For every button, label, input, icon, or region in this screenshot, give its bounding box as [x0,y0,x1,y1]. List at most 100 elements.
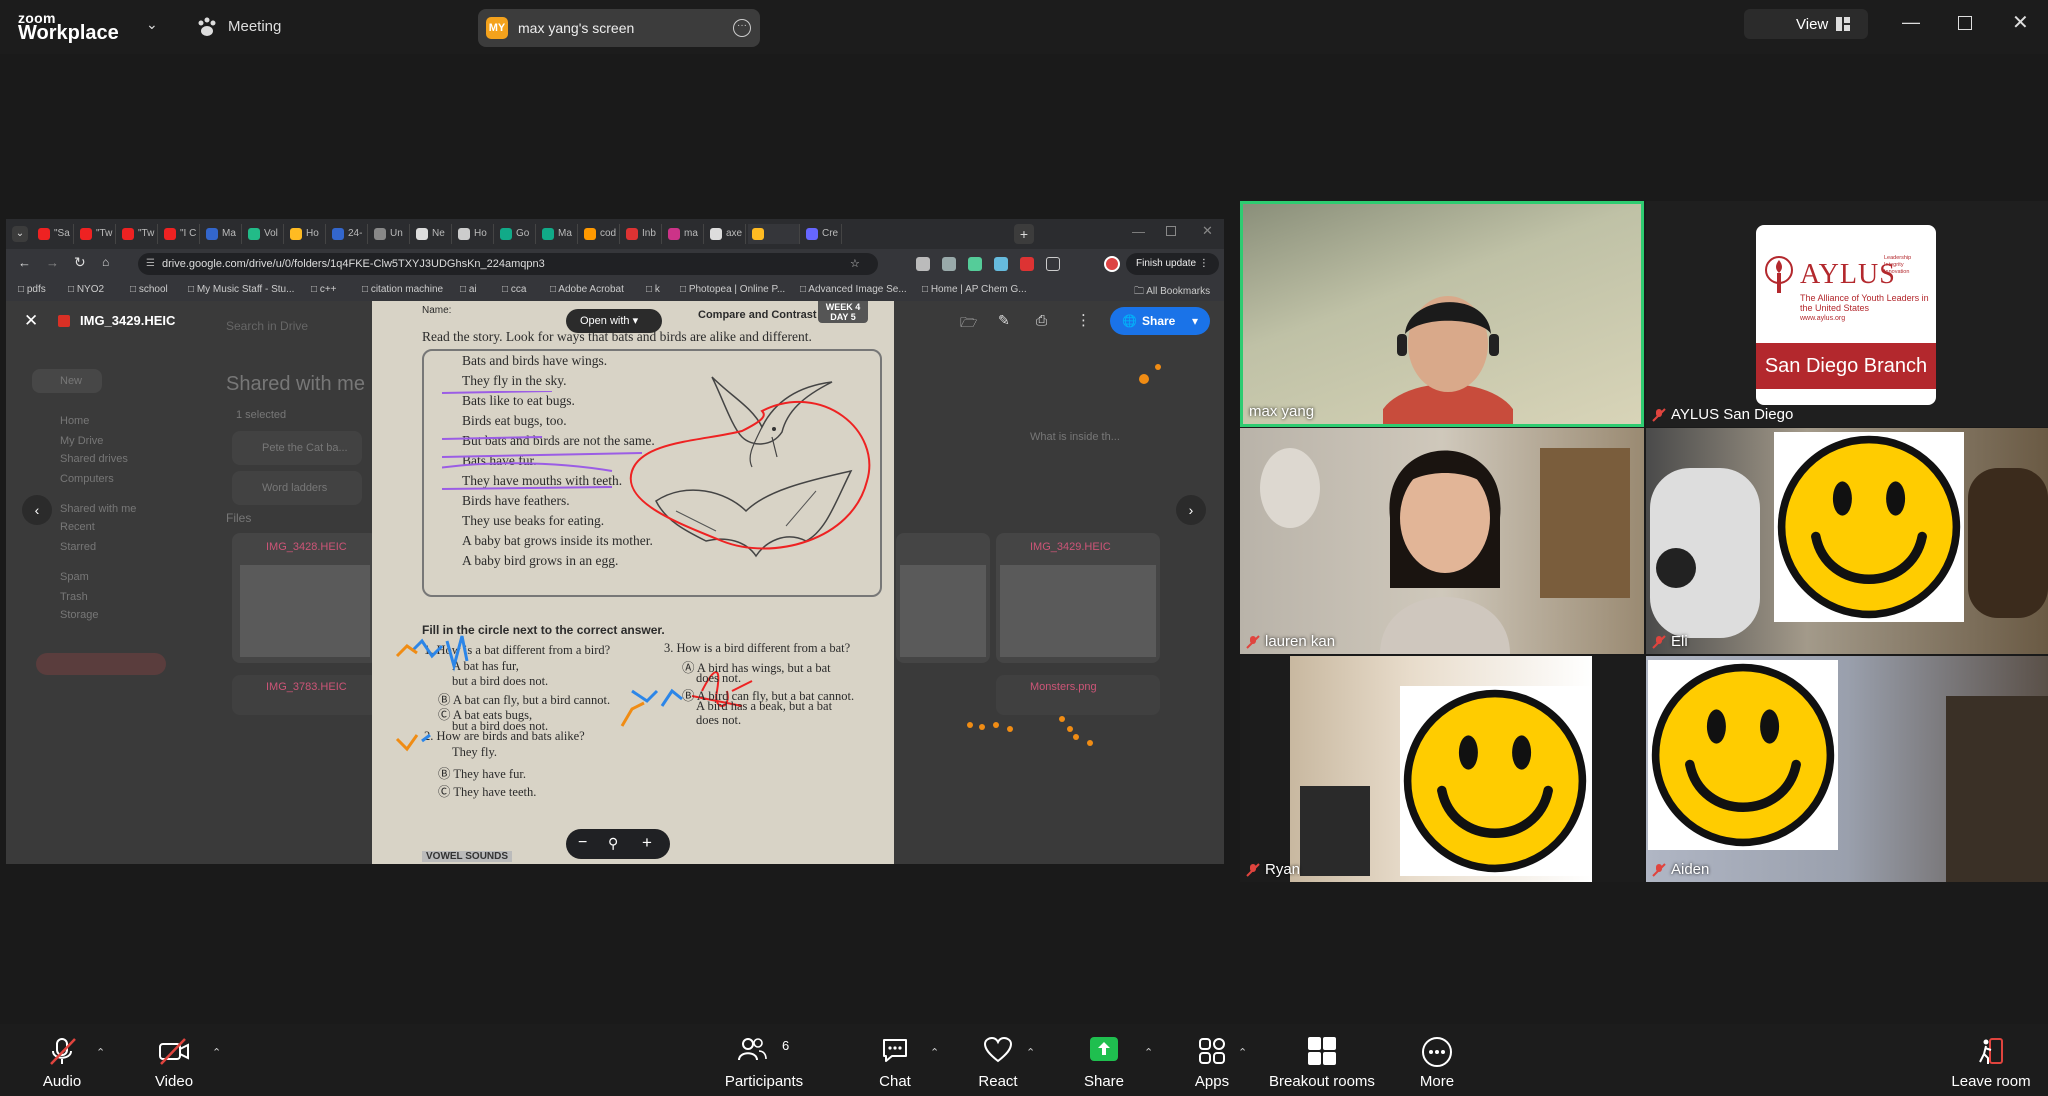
browser-tab[interactable]: 24- [328,224,368,244]
browser-tab[interactable]: Ma [202,224,242,244]
view-button[interactable]: View [1744,9,1868,39]
shared-screen-indicator[interactable]: MY max yang's screen ··· [478,9,760,47]
site-info-icon[interactable]: ☰ [146,253,155,275]
video-options-caret-icon[interactable]: ⌃ [212,1046,221,1059]
breakout-rooms-button[interactable]: Breakout rooms [1262,1024,1382,1096]
video-button[interactable]: Video [134,1024,214,1096]
meeting-paw-icon[interactable] [196,17,218,42]
bookmark-item[interactable]: □ school [130,284,168,295]
back-icon[interactable]: ← [18,255,31,270]
more-actions-icon[interactable]: ⋮ [1076,311,1091,329]
bookmark-item[interactable]: □ pdfs [18,284,46,295]
audio-options-caret-icon[interactable]: ⌃ [96,1046,105,1059]
browser-tab[interactable]: Vol [244,224,284,244]
apps-options-caret-icon[interactable]: ⌃ [1238,1046,1247,1059]
smiley-avatar [1400,686,1590,876]
profile-avatar[interactable] [1104,256,1120,272]
drive-share-button[interactable]: 🌐 Share ▾ [1110,307,1210,335]
finish-update-button[interactable]: Finish update ⋮ [1126,253,1219,275]
audio-button[interactable]: Audio [22,1024,102,1096]
extension-icon[interactable] [968,257,982,271]
more-button[interactable]: More [1410,1024,1464,1096]
bookmark-item[interactable]: □ NYO2 [68,284,104,295]
browser-tab[interactable] [748,224,800,244]
reload-icon[interactable]: ↻ [74,254,86,271]
video-tile-max-yang[interactable]: max yang [1240,201,1644,427]
apps-button[interactable]: Apps [1188,1024,1236,1096]
participant-name-row: lauren kan [1246,633,1335,650]
tab-favicon-icon [542,228,554,240]
browser-tab[interactable]: "Sa [34,224,74,244]
browser-tab[interactable]: cod [580,224,620,244]
browser-tab[interactable]: Ne [412,224,452,244]
all-bookmarks[interactable]: 🗀 All Bookmarks [1134,284,1210,301]
extension-icon[interactable] [1020,257,1034,271]
chat-button[interactable]: Chat [868,1024,922,1096]
bookmark-item[interactable]: □ My Music Staff - Stu... [188,284,294,295]
minimize-icon[interactable]: — [1902,12,1920,33]
restore-icon[interactable] [1958,16,1972,30]
bookmark-star-icon[interactable]: ☆ [850,253,860,275]
add-comment-icon[interactable]: ✎ [998,312,1010,329]
url-bar[interactable]: ☰ drive.google.com/drive/u/0/folders/1q4… [138,253,878,275]
tab-title: Ma [222,228,236,239]
new-tab-icon[interactable]: + [1014,224,1034,244]
video-tile-eli[interactable]: Eli [1646,428,2048,654]
bookmark-item[interactable]: □ Adobe Acrobat [550,284,624,295]
browser-tab[interactable]: "Tw [76,224,116,244]
browser-tab[interactable]: axe [706,224,746,244]
browser-tab[interactable]: Ho [454,224,494,244]
next-image-icon[interactable]: › [1176,495,1206,525]
close-viewer-icon[interactable]: ✕ [24,311,38,331]
magnifier-icon[interactable]: ⚲ [608,835,618,852]
browser-tab[interactable]: Ma [538,224,578,244]
home-icon[interactable]: ⌂ [102,255,109,269]
react-button[interactable]: React [970,1024,1026,1096]
video-tile-ryan[interactable]: Ryan [1240,656,1644,882]
video-tile-lauren-kan[interactable]: lauren kan [1240,428,1644,654]
extension-icon[interactable] [994,257,1008,271]
bookmark-item[interactable]: □ Advanced Image Se... [800,284,907,295]
share-options-caret-icon[interactable]: ⌃ [1144,1046,1153,1059]
react-options-caret-icon[interactable]: ⌃ [1026,1046,1035,1059]
video-tile-aiden[interactable]: Aiden [1646,656,2048,882]
browser-tab[interactable]: "Tw [118,224,158,244]
bookmark-item[interactable]: □ ai [460,284,477,295]
extensions-puzzle-icon[interactable] [1046,257,1060,271]
forward-icon[interactable]: → [46,255,59,270]
bookmark-item[interactable]: □ citation machine [362,284,443,295]
tab-favicon-icon [710,228,722,240]
browser-tab[interactable]: Cre [802,224,842,244]
video-tile-aylus[interactable]: AYLUS Leadership Integrity Innovation Th… [1646,201,2048,427]
participant-video-feed [1383,296,1513,424]
browser-tab[interactable]: Un [370,224,410,244]
add-to-folder-icon[interactable]: 🗁 [960,312,977,336]
bookmark-item[interactable]: □ Home | AP Chem G... [922,284,1027,295]
leave-room-button[interactable]: Leave room [1944,1024,2038,1096]
zoom-in-icon[interactable]: + [642,833,652,853]
open-with-button[interactable]: Open with ▾ [566,309,662,333]
browser-tab[interactable]: ma [664,224,704,244]
close-icon[interactable]: ✕ [2012,10,2029,35]
browser-tab[interactable]: "I C [160,224,200,244]
browser-tab[interactable]: Go [496,224,536,244]
bookmark-item[interactable]: □ Photopea | Online P... [680,284,785,295]
tab-title: ma [684,228,698,239]
previous-image-icon[interactable]: ‹ [22,495,52,525]
browser-tab[interactable]: Ho [286,224,326,244]
extension-icon[interactable] [942,257,956,271]
meeting-label[interactable]: Meeting [228,18,281,35]
zoom-out-icon[interactable]: − [578,834,587,852]
share-screen-button[interactable]: Share [1080,1024,1128,1096]
more-options-icon[interactable]: ··· [733,19,751,37]
extension-icon[interactable] [916,257,930,271]
bookmark-item[interactable]: □ k [646,284,660,295]
bookmark-item[interactable]: □ c++ [311,284,337,295]
print-icon[interactable]: ⎙ [1036,312,1047,329]
bookmark-item[interactable]: □ cca [502,284,526,295]
chevron-down-icon[interactable]: ⌄ [146,16,158,33]
tab-search-icon[interactable]: ⌄ [12,226,28,242]
participants-button[interactable]: 6 Participants [714,1024,814,1096]
browser-tab[interactable]: Inb [622,224,662,244]
chat-options-caret-icon[interactable]: ⌃ [930,1046,939,1059]
